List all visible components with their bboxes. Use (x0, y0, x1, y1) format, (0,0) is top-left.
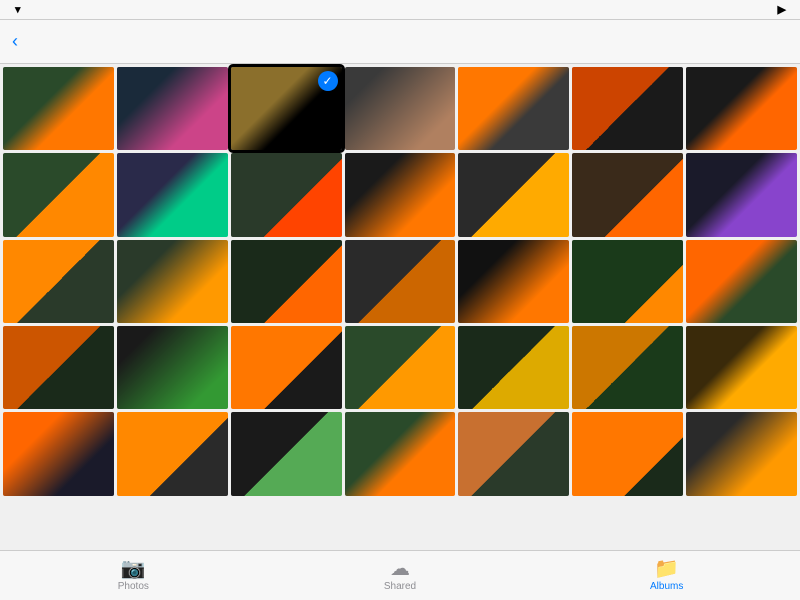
photo-thumb-32[interactable] (458, 412, 569, 495)
selected-check-icon: ✓ (318, 71, 338, 91)
photo-thumb-28[interactable] (3, 412, 114, 495)
photo-thumb-15[interactable] (117, 240, 228, 323)
photo-thumb-7[interactable] (3, 153, 114, 236)
photo-row-0: ✓ (3, 67, 797, 150)
photo-row-3 (3, 326, 797, 409)
nav-bar: ‹ (0, 20, 800, 64)
photo-thumb-16[interactable] (231, 240, 342, 323)
back-arrow-icon: ‹ (12, 31, 18, 52)
wifi-icon: ▾ (15, 3, 21, 16)
tab-shared[interactable]: ☁ Shared (267, 559, 534, 592)
photo-thumb-10[interactable] (345, 153, 456, 236)
photo-thumb-25[interactable] (458, 326, 569, 409)
photo-row-4 (3, 412, 797, 495)
photo-thumb-30[interactable] (231, 412, 342, 495)
photo-thumb-0[interactable] (3, 67, 114, 150)
photo-thumb-22[interactable] (117, 326, 228, 409)
tab-photos-icon: 📷 (121, 559, 146, 579)
signal-icon: ▶ (778, 3, 786, 16)
photo-thumb-9[interactable] (231, 153, 342, 236)
photo-thumb-6[interactable] (686, 67, 797, 150)
photo-thumb-17[interactable] (345, 240, 456, 323)
tab-photos-label: Photos (118, 581, 149, 592)
photo-thumb-23[interactable] (231, 326, 342, 409)
photo-thumb-26[interactable] (572, 326, 683, 409)
photo-thumb-20[interactable] (686, 240, 797, 323)
photo-thumb-19[interactable] (572, 240, 683, 323)
photo-thumb-4[interactable] (458, 67, 569, 150)
photo-thumb-12[interactable] (572, 153, 683, 236)
back-button[interactable]: ‹ (12, 31, 22, 52)
photo-thumb-2[interactable]: ✓ (231, 67, 342, 150)
photo-thumb-29[interactable] (117, 412, 228, 495)
tab-albums-icon: 📁 (654, 559, 679, 579)
tab-albums-label: Albums (650, 581, 683, 592)
tab-shared-label: Shared (384, 581, 416, 592)
photo-thumb-13[interactable] (686, 153, 797, 236)
photo-thumb-33[interactable] (572, 412, 683, 495)
photo-thumb-5[interactable] (572, 67, 683, 150)
photo-thumb-24[interactable] (345, 326, 456, 409)
tab-bar: 📷 Photos ☁ Shared 📁 Albums (0, 550, 800, 600)
photo-grid: ✓ (0, 64, 800, 550)
tab-photos[interactable]: 📷 Photos (0, 559, 267, 592)
photo-thumb-21[interactable] (3, 326, 114, 409)
photo-thumb-18[interactable] (458, 240, 569, 323)
photo-thumb-8[interactable] (117, 153, 228, 236)
photo-thumb-14[interactable] (3, 240, 114, 323)
status-bar: ▾ ▶ (0, 0, 800, 20)
photo-thumb-11[interactable] (458, 153, 569, 236)
photo-row-1 (3, 153, 797, 236)
photo-thumb-27[interactable] (686, 326, 797, 409)
tab-albums[interactable]: 📁 Albums (533, 559, 800, 592)
photo-thumb-3[interactable] (345, 67, 456, 150)
photo-thumb-34[interactable] (686, 412, 797, 495)
photo-row-2 (3, 240, 797, 323)
photo-thumb-31[interactable] (345, 412, 456, 495)
photo-thumb-1[interactable] (117, 67, 228, 150)
tab-shared-icon: ☁ (390, 559, 410, 579)
